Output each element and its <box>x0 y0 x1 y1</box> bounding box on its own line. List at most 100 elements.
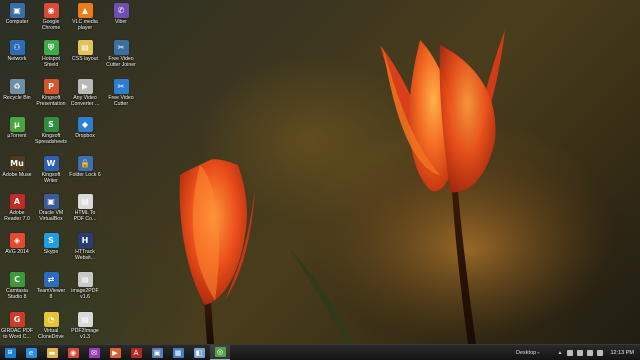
desktop-icon-label: µTorrent <box>7 133 27 139</box>
camtasia-icon: C <box>9 272 25 287</box>
desktop-icon-vlc[interactable]: ▲ VLC media player <box>68 3 102 41</box>
desktop-icon-label: Free Video Cutter <box>108 95 134 107</box>
taskbar-button-mail[interactable]: ✉ <box>84 345 104 360</box>
show-hidden-icons-icon[interactable]: ▲ <box>557 350 563 356</box>
desktop-icon-folder-lock[interactable]: 🔒 Folder Lock 6 <box>68 156 102 194</box>
virtual-clonedrive-icon: ◔ <box>43 312 59 327</box>
desktop-icon-kingsoft-writer[interactable]: W Kingsoft Writer <box>34 156 68 194</box>
desktop-icon-label: Adobe Reader 7.0 <box>4 210 30 222</box>
desktop-icon-virtual-clonedrive[interactable]: ◔ Virtual CloneDrive <box>34 312 68 344</box>
google-chrome-icon: ◉ <box>43 3 59 18</box>
any-video-converter-icon: ▶ <box>77 79 93 94</box>
desktop-icon-label: Adobe Muse <box>2 172 32 178</box>
taskbar-button-camtasia[interactable]: ◎ <box>210 345 230 360</box>
adobe-muse-icon: Mu <box>9 156 25 171</box>
desktop-icon-utorrent[interactable]: µ µTorrent <box>0 117 34 155</box>
desktop-icon-label: HTML To PDF Co... <box>73 210 97 222</box>
desktop-icon-httrack[interactable]: H HTTrack Websit... <box>68 233 102 271</box>
recycle-bin-icon: ♻ <box>9 79 25 94</box>
network-icon: ⚇ <box>9 40 25 55</box>
chrome-icon: ◉ <box>67 347 79 358</box>
pdf2image-icon: ▤ <box>77 312 93 327</box>
desktop-icon-label: Recycle Bin <box>3 95 31 101</box>
desktop-icon-free-video-cutter-joiner[interactable]: ✂ Free Video Cutter Joiner <box>104 40 138 78</box>
desktop-icon-label: Google Chrome <box>41 19 61 31</box>
html-to-pdf-icon: ▤ <box>77 194 93 209</box>
desktop-icon-network[interactable]: ⚇ Network <box>0 40 34 78</box>
desktop-icon-google-chrome[interactable]: ◉ Google Chrome <box>34 3 68 41</box>
desktop-icon-label: VLC media player <box>72 19 98 31</box>
desktop-icon-adobe-reader[interactable]: A Adobe Reader 7.0 <box>0 194 34 232</box>
volume-icon[interactable] <box>597 350 604 356</box>
taskbar: ⊞ e ▬ ◉ ✉ ▶ A ▣ ▦ ◧ ◎ Desktop» ▲ 12:13 PM <box>0 344 640 360</box>
desktop-icon-label: PDF2Image v1.3 <box>71 328 99 340</box>
css-layout-icon: ▤ <box>77 40 93 55</box>
vlc-icon: ▲ <box>77 3 93 18</box>
windows-logo-icon: ⊞ <box>4 347 16 358</box>
screenshot-icon: ▣ <box>151 347 163 358</box>
desktop-icon-pdf2image[interactable]: ▤ PDF2Image v1.3 <box>68 312 102 344</box>
desktop-icon-recycle-bin[interactable]: ♻ Recycle Bin <box>0 79 34 117</box>
network-icon[interactable] <box>587 350 594 356</box>
desktop-icon-any-video-converter[interactable]: ▶ Any Video Converter ... <box>68 79 102 117</box>
desktop-icon-label: TeamViewer 8 <box>36 288 66 300</box>
desktop-icon-css-layout[interactable]: ▤ CSS layout <box>68 40 102 78</box>
desktop-icon-label: Virtual CloneDrive <box>38 328 64 340</box>
chevron-icon: » <box>537 350 540 355</box>
desktop-icon-label: Dropbox <box>75 133 95 139</box>
desktop-icon-free-video-cutter[interactable]: ✂ Free Video Cutter <box>104 79 138 117</box>
desktop-icon-oracle-vm-virtualbox[interactable]: ▣ Oracle VM VirtualBox <box>34 194 68 232</box>
desktop-icon-computer[interactable]: ▣ Computer <box>0 3 34 41</box>
desktop-icon-label: Viber <box>114 19 128 25</box>
desktop-icon-dropbox[interactable]: ◆ Dropbox <box>68 117 102 155</box>
taskbar-button-screenshot[interactable]: ▣ <box>147 345 167 360</box>
desktop-icon-label: HTTrack Websit... <box>74 249 96 261</box>
desktop-icon-adobe-muse[interactable]: Mu Adobe Muse <box>0 156 34 194</box>
folder-lock-icon: 🔒 <box>77 156 93 171</box>
network-icon: ▦ <box>172 347 184 358</box>
desktop-icon-label: Skype <box>43 249 59 255</box>
taskbar-pinned-apps: e ▬ ◉ ✉ ▶ A ▣ ▦ ◧ ◎ <box>21 345 231 360</box>
desktop-icon-kingsoft-spreadsheets[interactable]: S Kingsoft Spreadsheets <box>34 117 68 155</box>
oracle-vm-virtualbox-icon: ▣ <box>43 194 59 209</box>
clock[interactable]: 12:13 PM <box>610 350 634 356</box>
desktop-icon-hotspot-shield[interactable]: ⛨ Hotspot Shield <box>34 40 68 78</box>
hotspot-shield-icon: ⛨ <box>43 40 59 55</box>
taskbar-button-ie[interactable]: e <box>21 345 41 360</box>
girdac-pdf-icon: G <box>9 312 25 327</box>
desktop-icon-label: Any Video Converter ... <box>70 95 100 107</box>
avg-2014-icon: ◈ <box>9 233 25 248</box>
desktop-icon-label: Folder Lock 6 <box>69 172 101 178</box>
mail-icon: ✉ <box>88 347 100 358</box>
desktop-icon-girdac-pdf[interactable]: G GIRDAC PDF to Word C... <box>0 312 34 344</box>
start-button[interactable]: ⊞ <box>0 345 20 360</box>
desktop-icon-viber[interactable]: ✆ Viber <box>104 3 138 41</box>
desktop-icon-grid: ▣ Computer ◉ Google Chrome ▲ VLC media player… <box>0 0 150 344</box>
desktop-icon-avg-2014[interactable]: ◈ AVG 2014 <box>0 233 34 271</box>
taskbar-button-network[interactable]: ▦ <box>168 345 188 360</box>
taskbar-button-adobe[interactable]: A <box>126 345 146 360</box>
desktop[interactable]: ▣ Computer ◉ Google Chrome ▲ VLC media player… <box>0 0 640 344</box>
kingsoft-writer-icon: W <box>43 156 59 171</box>
flag-icon[interactable] <box>567 350 574 356</box>
taskbar-button-explorer[interactable]: ▬ <box>42 345 62 360</box>
desktop-toolbar-label: Desktop <box>516 350 537 356</box>
desktop-icon-kingsoft-presentation[interactable]: P Kingsoft Presentation <box>34 79 68 117</box>
desktop-icon-skype[interactable]: S Skype <box>34 233 68 271</box>
desktop-icon-label: GIRDAC PDF to Word C... <box>1 328 33 340</box>
taskbar-button-chrome[interactable]: ◉ <box>63 345 83 360</box>
taskbar-button-window[interactable]: ◧ <box>189 345 209 360</box>
dropbox-icon: ◆ <box>77 117 93 132</box>
teamviewer-icon: ⇄ <box>43 272 59 287</box>
desktop-icon-teamviewer[interactable]: ⇄ TeamViewer 8 <box>34 272 68 310</box>
taskbar-button-media[interactable]: ▶ <box>105 345 125 360</box>
computer-icon: ▣ <box>9 3 25 18</box>
ie-icon: e <box>25 347 37 358</box>
desktop-icon-camtasia[interactable]: C Camtasia Studio 8 <box>0 272 34 310</box>
battery-icon[interactable] <box>577 350 584 356</box>
kingsoft-presentation-icon: P <box>43 79 59 94</box>
desktop-icon-html-to-pdf[interactable]: ▤ HTML To PDF Co... <box>68 194 102 232</box>
viber-icon: ✆ <box>113 3 129 18</box>
desktop-toolbar[interactable]: Desktop» <box>516 350 539 356</box>
desktop-icon-image2pdf[interactable]: ▤ image2PDF v1.6 <box>68 272 102 310</box>
